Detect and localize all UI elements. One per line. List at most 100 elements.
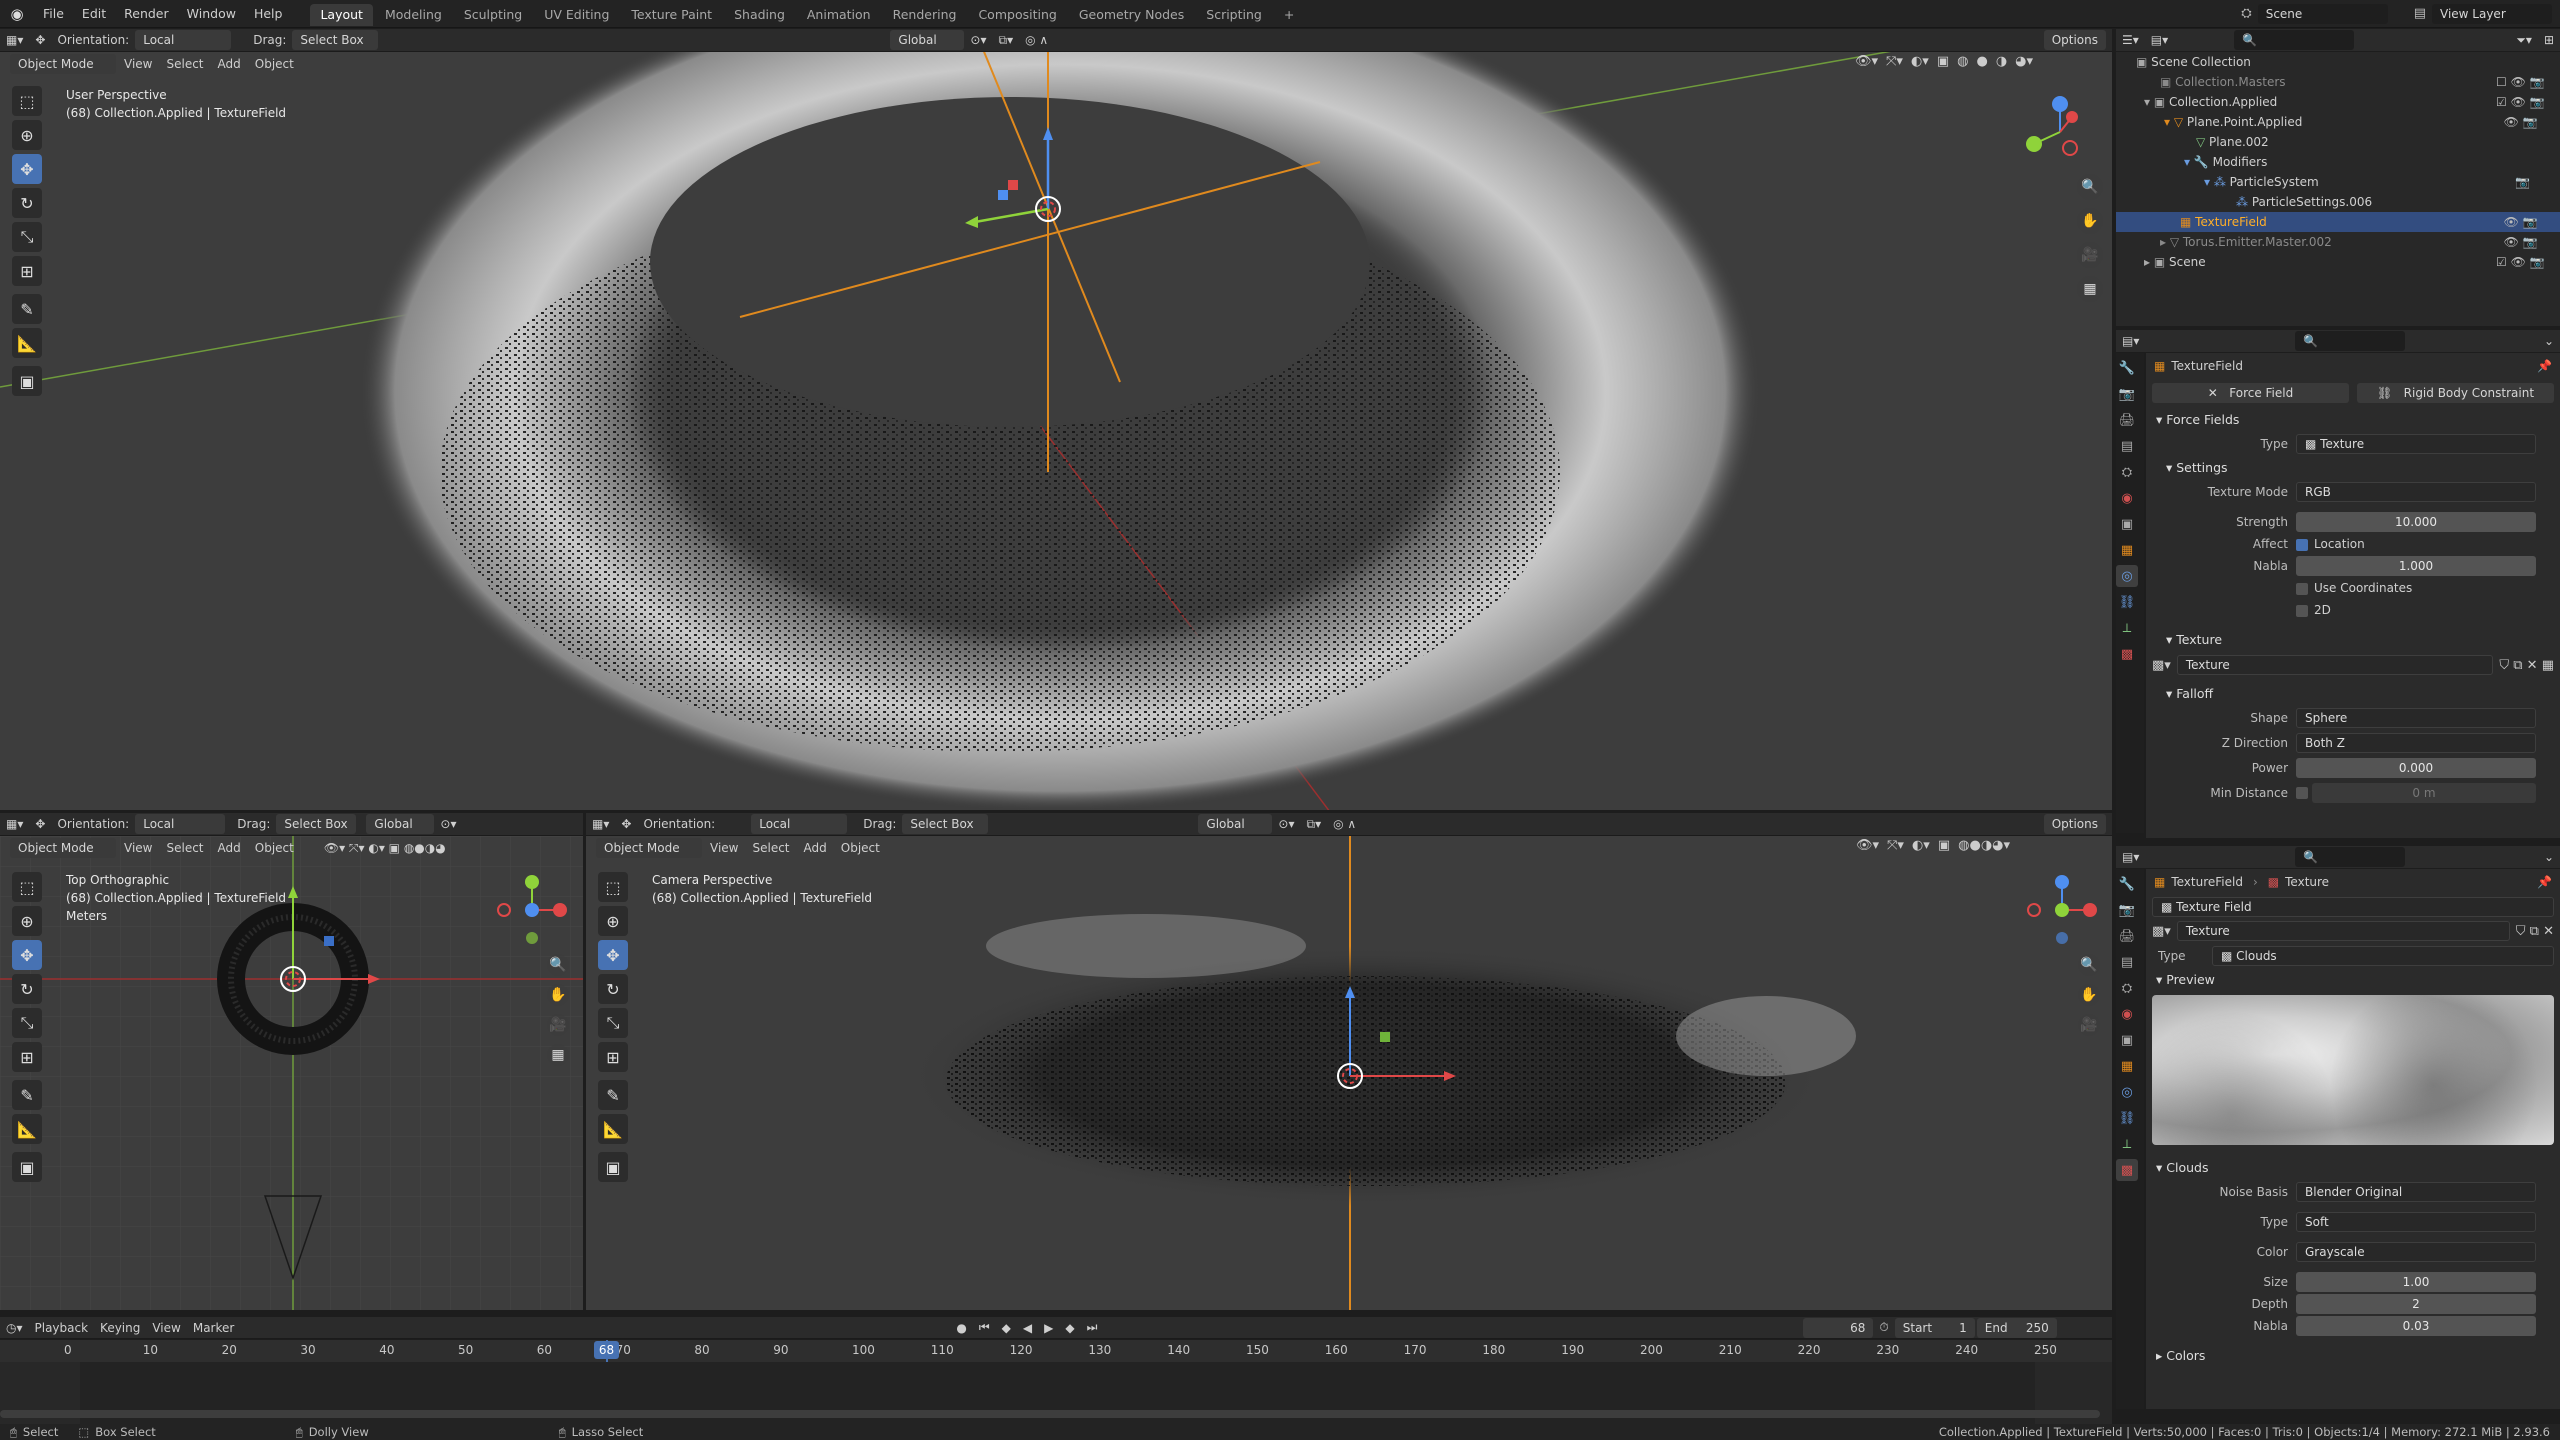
outliner-item[interactable]: ⁂ ParticleSettings.006 [2116, 192, 2560, 212]
orientation-select[interactable]: Local [751, 814, 848, 834]
properties-search-input[interactable]: 🔍 [2295, 847, 2406, 867]
force-fields-panel-header[interactable]: ▾ Force Fields [2146, 407, 2560, 433]
add-cube-tool-icon[interactable]: ▣ [12, 366, 42, 396]
outliner-item[interactable]: ▸ ▽ Torus.Emitter.Master.002 [2116, 232, 2560, 252]
outliner-item[interactable]: ▾ ▽ Plane.Point.Applied [2116, 112, 2560, 132]
texture-browse-icon[interactable]: ▩▾ [2152, 658, 2171, 673]
transform-orientation-select[interactable]: Global [890, 30, 965, 50]
workspace-tab-uv-editing[interactable]: UV Editing [534, 4, 619, 26]
shading-rendered-icon[interactable]: ◕▾ [2015, 54, 2033, 69]
cursor-tool-icon[interactable]: ⊕ [12, 906, 42, 936]
editor-type-icon[interactable]: ▤▾ [2116, 334, 2145, 348]
data-tab-icon[interactable]: ⟂ [2116, 617, 2138, 639]
select-menu[interactable]: Select [160, 57, 209, 71]
ortho-grid-icon[interactable]: ▦ [547, 1044, 569, 1066]
scale-tool-icon[interactable]: ⤡ [12, 1008, 42, 1038]
object-menu[interactable]: Object [249, 841, 300, 855]
use-coordinates-checkbox[interactable]: Use Coordinates [2296, 581, 2536, 595]
affect-location-checkbox[interactable]: Location [2296, 537, 2536, 551]
texture-mode-select[interactable]: RGB [2296, 482, 2536, 502]
chevron-down-icon[interactable]: ⌄ [2538, 850, 2560, 864]
overlay-toggle-icon[interactable]: ◐▾ [1912, 838, 1930, 853]
camera-view-icon[interactable]: 🎥 [2078, 1014, 2100, 1036]
playback-menu[interactable]: Playback [29, 1321, 95, 1335]
texture-datablock-field[interactable]: Texture [2176, 655, 2494, 675]
zoom-icon[interactable]: 🔍 [547, 954, 569, 976]
gizmo-toggle-icon[interactable]: ⤧▾ [1886, 54, 1903, 69]
proportional-edit-icon[interactable]: ◎ ∧ [1327, 817, 1362, 831]
shading-wireframe-icon[interactable]: ◍ [1957, 54, 1968, 69]
mode-select[interactable]: Object Mode [10, 54, 116, 74]
power-field[interactable]: 0.000 [2296, 758, 2536, 778]
main-viewport[interactable]: Object Mode View Select Add Object 👁▾ ⤧▾… [0, 52, 2112, 810]
pan-hand-icon[interactable]: ✋ [547, 984, 569, 1006]
depth-field[interactable]: 2 [2296, 1294, 2536, 1314]
navigation-gizmo[interactable] [2020, 92, 2100, 172]
view-layer-tab-icon[interactable]: ▤ [2116, 951, 2138, 973]
orientation-select[interactable]: Local [135, 30, 232, 50]
workspace-tab-rendering[interactable]: Rendering [883, 4, 967, 26]
play-reverse-icon[interactable]: ◀ [1017, 1321, 1038, 1335]
preview-panel-header[interactable]: ▾ Preview [2146, 967, 2560, 993]
scene-tab-icon[interactable]: ⛭ [2116, 977, 2138, 999]
start-frame-field[interactable]: Start 1 [1894, 1317, 1975, 1338]
play-icon[interactable]: ▶ [1038, 1321, 1059, 1335]
workspace-tab-animation[interactable]: Animation [797, 4, 881, 26]
transform-tool-icon[interactable]: ⊞ [598, 1042, 628, 1072]
annotate-tool-icon[interactable]: ✎ [12, 294, 42, 324]
shading-solid-icon[interactable]: ● [1976, 54, 1987, 69]
editor-type-icon[interactable]: ▦▾ [0, 817, 29, 831]
cursor-tool-icon[interactable]: ⊕ [598, 906, 628, 936]
view-menu[interactable]: View [118, 841, 158, 855]
proportional-edit-icon[interactable]: ◎ ∧ [1019, 33, 1054, 47]
snap-icon[interactable]: ⧉▾ [993, 33, 1020, 48]
min-distance-field[interactable]: 0 m [2312, 783, 2536, 803]
camera-viewport[interactable]: Object Mode View Select Add Object 👁▾ ⤧▾… [586, 836, 2112, 1310]
annotate-tool-icon[interactable]: ✎ [598, 1080, 628, 1110]
timeline-area[interactable]: 0 10 20 30 40 50 60 70 80 90 100 110 120 130 140 150 160… [0, 1340, 2112, 1424]
texture-type-select[interactable]: ▩ Clouds [2212, 946, 2554, 966]
blender-logo-icon[interactable]: ◉ [0, 5, 34, 23]
select-tool-icon[interactable]: ⬚ [598, 872, 628, 902]
world-tab-icon[interactable]: ◉ [2116, 487, 2138, 509]
measure-tool-icon[interactable]: 📐 [12, 328, 42, 358]
pan-hand-icon[interactable]: ✋ [2077, 208, 2103, 234]
annotate-tool-icon[interactable]: ✎ [12, 1080, 42, 1110]
select-tool-icon[interactable]: ⬚ [12, 872, 42, 902]
editor-type-icon[interactable]: ▦▾ [586, 817, 615, 831]
new-collection-icon[interactable]: ⊞ [2538, 33, 2560, 47]
physics-tab-icon[interactable]: ◎ [2116, 1081, 2138, 1103]
workspace-tab-texture-paint[interactable]: Texture Paint [621, 4, 722, 26]
navigation-gizmo[interactable] [2022, 870, 2102, 950]
menu-help[interactable]: Help [245, 0, 292, 28]
move-tool-icon[interactable]: ✥ [12, 940, 42, 970]
add-workspace-button[interactable]: + [1274, 4, 1304, 26]
texture-datablock-actions-icon[interactable]: ⛉ ⧉ ✕ ▦ [2499, 658, 2554, 673]
rotate-tool-icon[interactable]: ↻ [12, 974, 42, 1004]
nabla-field[interactable]: 0.03 [2296, 1316, 2536, 1336]
clouds-panel-header[interactable]: ▾ Clouds [2146, 1155, 2560, 1181]
orientation-select[interactable]: Local [135, 814, 226, 834]
render-tab-icon[interactable]: 📷 [2116, 899, 2138, 921]
object-tab-icon[interactable]: ▦ [2116, 1055, 2138, 1077]
menu-render[interactable]: Render [115, 0, 178, 28]
scene-selector[interactable]: Scene [2257, 3, 2388, 24]
add-cube-tool-icon[interactable]: ▣ [12, 1152, 42, 1182]
object-menu[interactable]: Object [249, 57, 300, 71]
transform-orientation-select[interactable]: Global [1198, 814, 1273, 834]
force-type-select[interactable]: ▩ Texture [2296, 434, 2536, 454]
outliner-item-selected[interactable]: ▦ TextureField [2116, 212, 2560, 232]
pan-hand-icon[interactable]: ✋ [2078, 984, 2100, 1006]
workspace-tab-shading[interactable]: Shading [724, 4, 795, 26]
workspace-tab-modeling[interactable]: Modeling [375, 4, 452, 26]
options-button[interactable]: Options [2043, 30, 2106, 50]
texture-tab-icon[interactable]: ▩ [2116, 1159, 2138, 1181]
texture-user-select[interactable]: ▩ Texture Field [2152, 897, 2554, 917]
outliner-item[interactable]: ▸ ▣ Scene [2116, 252, 2560, 272]
colors-panel-header[interactable]: ▸ Colors [2146, 1343, 2560, 1369]
chevron-down-icon[interactable]: ⌄ [2538, 334, 2560, 348]
navigation-gizmo[interactable] [492, 870, 572, 950]
overlay-toggle-icon[interactable]: ◐▾ [1911, 54, 1929, 69]
collection-tab-icon[interactable]: ▣ [2116, 513, 2138, 535]
scale-tool-icon[interactable]: ⤡ [598, 1008, 628, 1038]
